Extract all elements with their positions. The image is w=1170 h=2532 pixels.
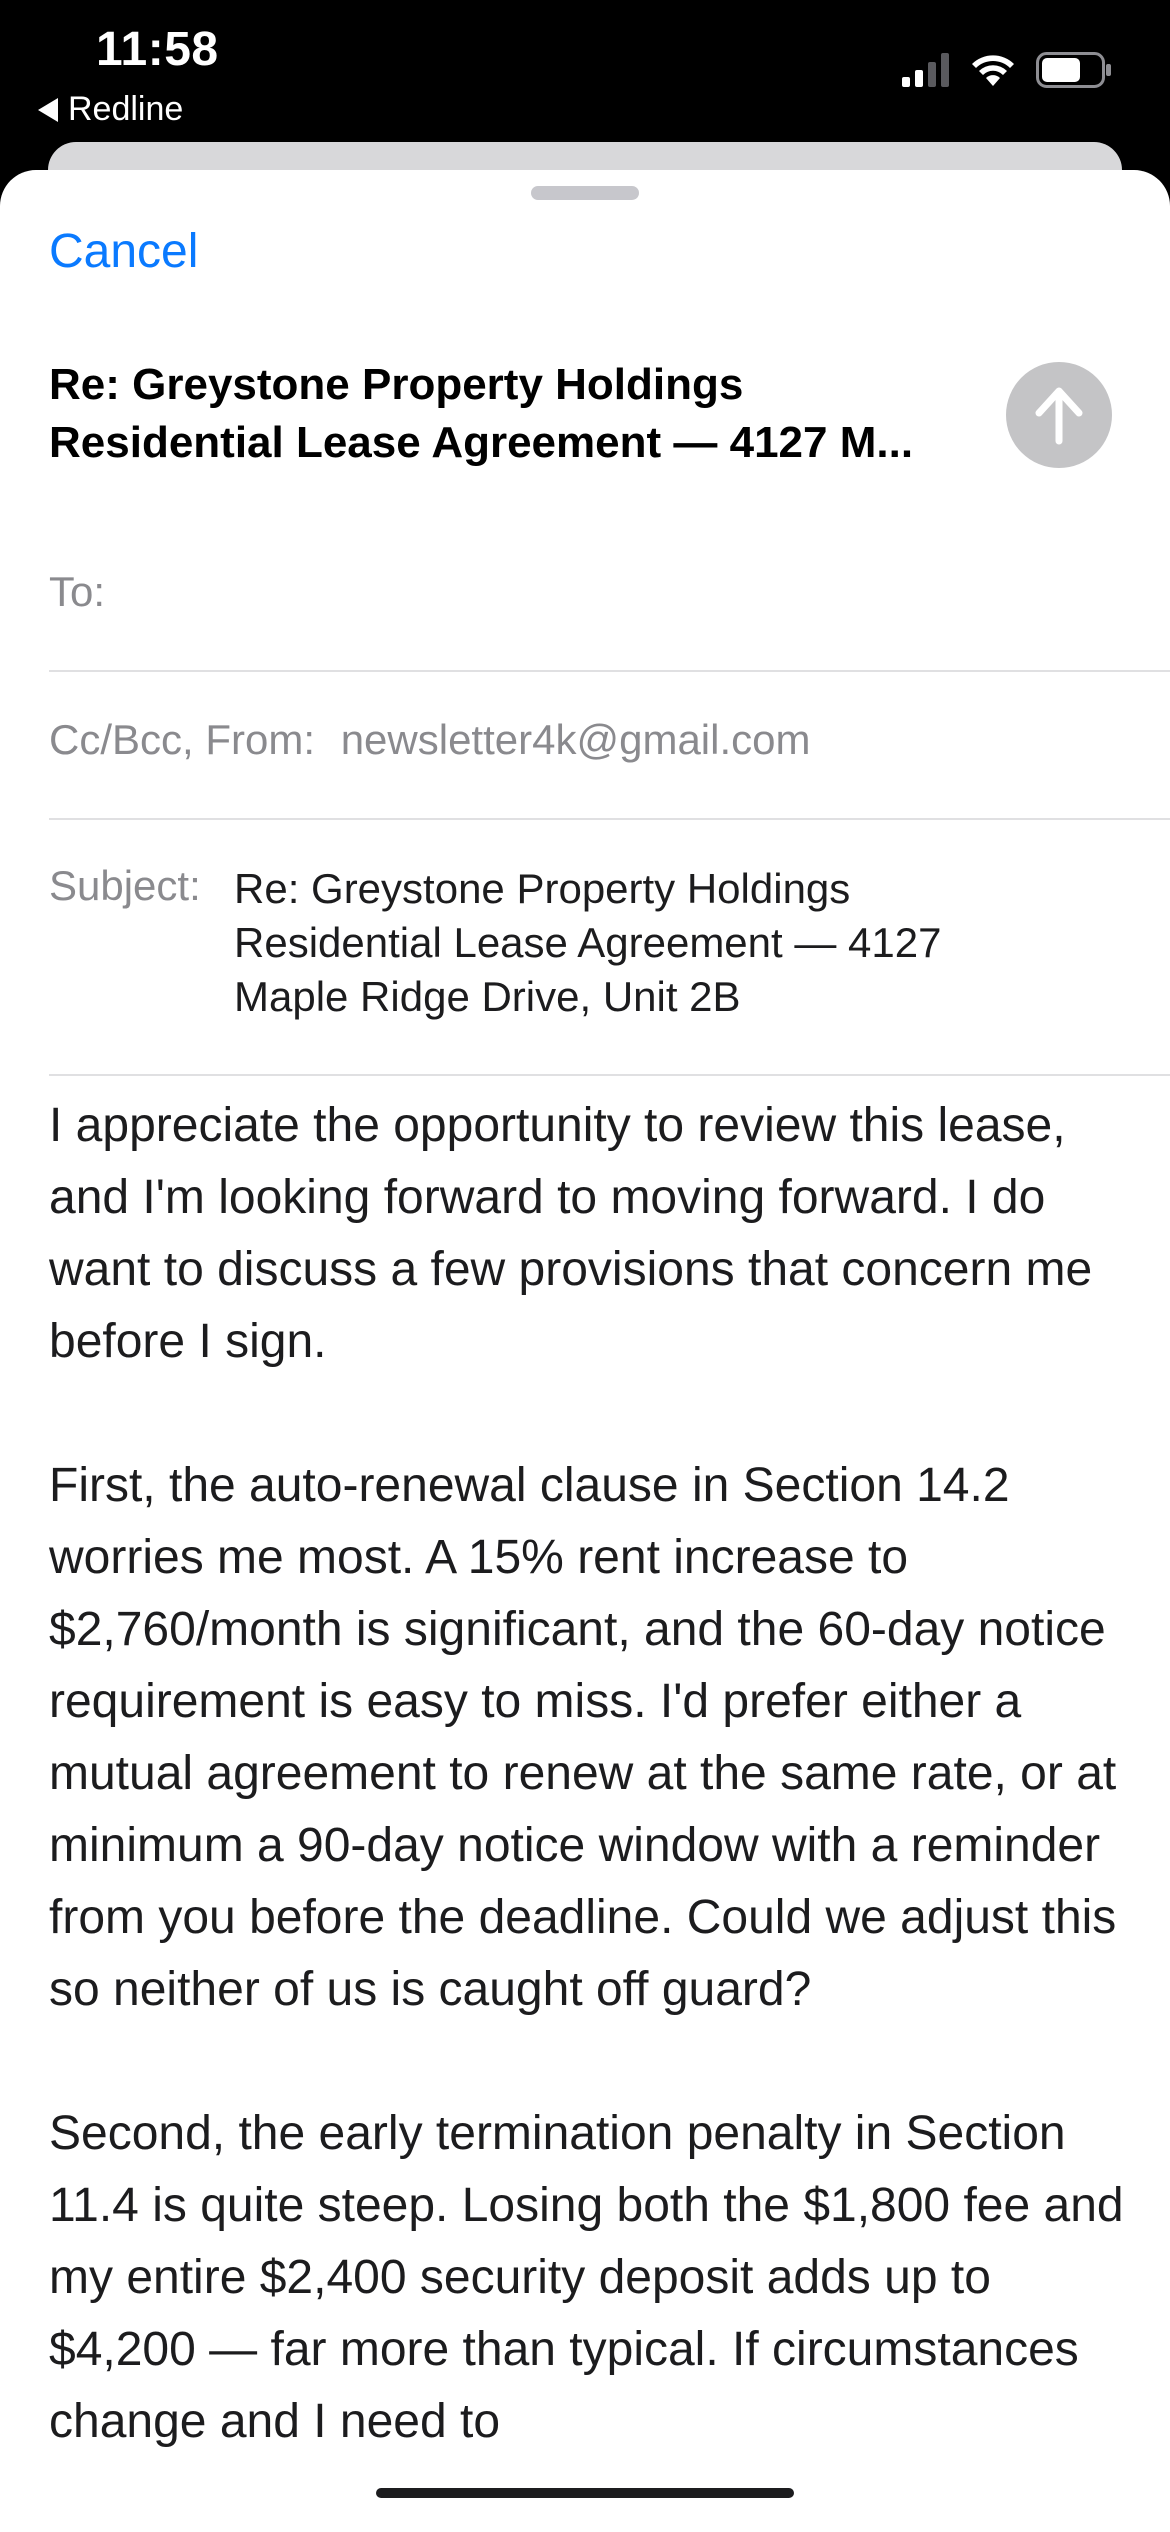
message-body[interactable]: I appreciate the opportunity to review t…	[49, 1090, 1129, 2530]
to-field[interactable]: To:	[49, 568, 1170, 616]
wifi-icon	[972, 55, 1014, 86]
subject-divider	[49, 1074, 1170, 1076]
body-paragraph-2: First, the auto-renewal clause in Sectio…	[49, 1459, 1117, 2016]
cancel-button[interactable]: Cancel	[49, 224, 198, 279]
compose-title: Re: Greystone Property Holdings Resident…	[49, 356, 999, 472]
to-divider	[49, 670, 1170, 672]
ccbcc-from-label: Cc/Bcc, From:	[49, 716, 316, 763]
from-address: newsletter4k@gmail.com	[340, 716, 811, 763]
compose-title-line-2: Residential Lease Agreement — 4127 M...	[49, 418, 914, 467]
ccbcc-from-field[interactable]: Cc/Bcc, From: newsletter4k@gmail.com	[49, 716, 1170, 764]
home-indicator	[376, 2488, 794, 2498]
body-paragraph-1: I appreciate the opportunity to review t…	[49, 1099, 1093, 1368]
subject-input[interactable]: Re: Greystone Property Holdings Resident…	[234, 862, 1054, 1024]
sheet-grabber[interactable]	[531, 186, 639, 200]
battery-icon	[1036, 52, 1111, 88]
back-app-label: Redline	[68, 90, 184, 128]
send-button[interactable]	[1006, 362, 1112, 468]
cellular-signal-icon	[902, 53, 949, 87]
subject-label: Subject:	[49, 862, 201, 909]
status-icons	[902, 52, 1112, 88]
to-label: To:	[49, 568, 106, 615]
back-to-app-button[interactable]: Redline	[38, 90, 183, 129]
compose-sheet: Cancel Re: Greystone Property Holdings R…	[0, 170, 1170, 2532]
back-triangle-icon	[38, 97, 58, 122]
status-time: 11:58	[96, 23, 219, 76]
from-divider	[49, 818, 1170, 820]
arrow-up-icon	[1035, 387, 1083, 445]
body-paragraph-3: Second, the early termination penalty in…	[49, 2107, 1124, 2448]
mail-compose-screen: 11:58 Redline Cancel Re: Greystone Prope…	[0, 0, 1170, 2532]
compose-title-line-1: Re: Greystone Property Holdings	[49, 360, 744, 409]
